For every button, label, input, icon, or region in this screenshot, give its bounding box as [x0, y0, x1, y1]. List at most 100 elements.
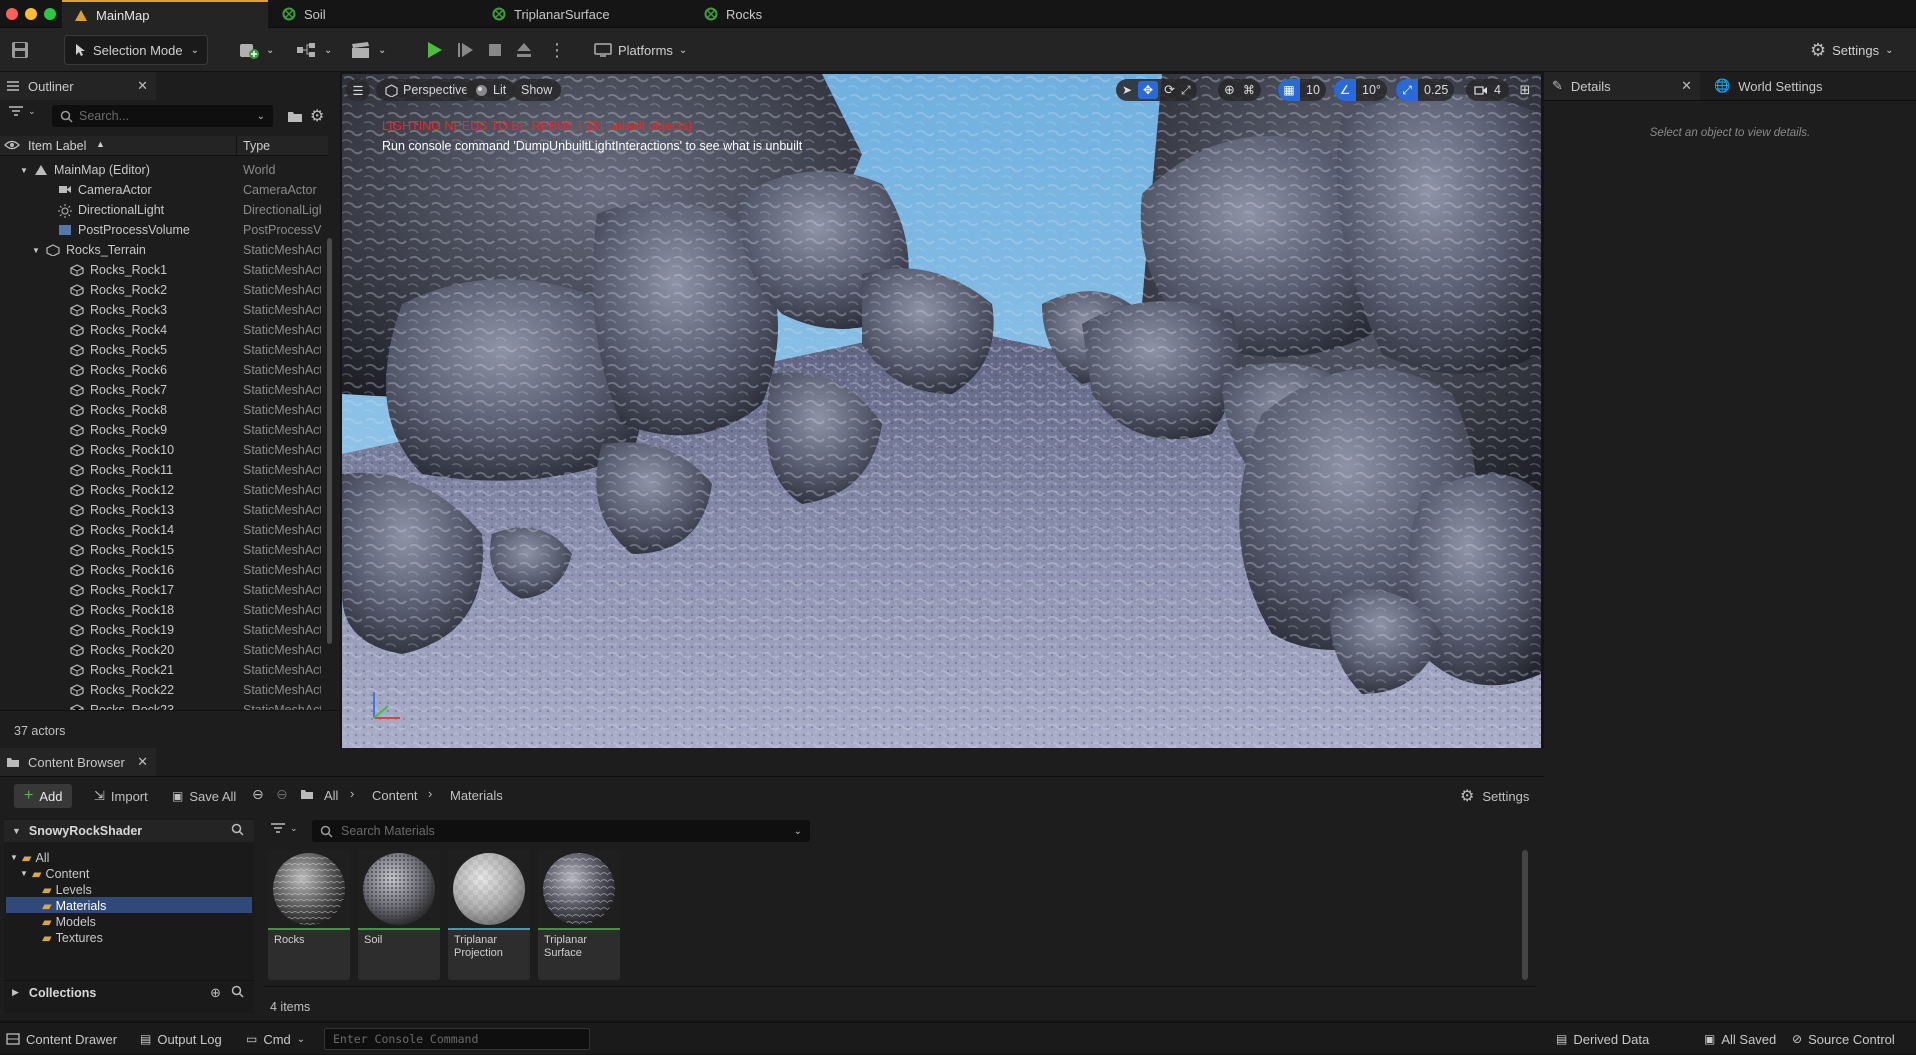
outliner-row[interactable]: Rocks_Rock2 StaticMeshActor — [0, 280, 328, 300]
search-icon[interactable] — [231, 985, 244, 1001]
tree-item-levels[interactable]: ▰ Levels — [42, 882, 92, 898]
outliner-row[interactable]: Rocks_Rock16 StaticMeshActor — [0, 560, 328, 580]
derived-data-button[interactable]: ▤ Derived Data — [1556, 1023, 1649, 1055]
tree-item-models[interactable]: ▰ Models — [42, 914, 96, 930]
outliner-row[interactable]: Rocks_Rock1 StaticMeshActor — [0, 260, 328, 280]
viewport-menu-button[interactable]: ☰ — [346, 79, 370, 101]
add-actor-button[interactable]: ⌄ — [238, 35, 274, 65]
outliner-row[interactable]: Rocks_Rock18 StaticMeshActor — [0, 600, 328, 620]
eject-button[interactable] — [514, 35, 534, 65]
save-all-button[interactable]: ▣ Save All — [172, 784, 236, 808]
maximize-window-button[interactable] — [44, 8, 56, 20]
selection-mode-dropdown[interactable]: Selection Mode ⌄ — [64, 35, 208, 65]
outliner-row[interactable]: DirectionalLight DirectionalLight — [0, 200, 328, 220]
outliner-row[interactable]: Rocks_Rock20 StaticMeshActor — [0, 640, 328, 660]
content-browser-tab[interactable]: Content Browser ✕ — [0, 748, 156, 776]
tab-rocks[interactable]: Rocks — [692, 0, 892, 28]
close-icon[interactable]: ✕ — [1681, 78, 1692, 94]
project-header[interactable]: ▼ SnowyRockShader — [4, 820, 254, 842]
outliner-row[interactable]: Rocks_Rock17 StaticMeshActor — [0, 580, 328, 600]
outliner-row[interactable]: ▼ MainMap (Editor) World — [0, 160, 328, 180]
breadcrumb-content[interactable]: Content — [372, 788, 418, 803]
cmd-dropdown[interactable]: ▭ Cmd ⌄ — [246, 1023, 305, 1055]
cb-settings-button[interactable]: ⚙ Settings — [1460, 784, 1529, 808]
add-button[interactable]: + Add — [14, 784, 73, 808]
tree-item-textures[interactable]: ▰ Textures — [42, 930, 103, 946]
scale-snap-button[interactable]: ⤢ 0.25 — [1396, 79, 1455, 101]
view-mode-button[interactable]: Lit — [466, 79, 516, 101]
forward-icon[interactable]: ⊖ — [276, 786, 288, 803]
outliner-row[interactable]: Rocks_Rock14 StaticMeshActor — [0, 520, 328, 540]
world-settings-tab[interactable]: 🌐 World Settings — [1704, 72, 1884, 100]
close-window-button[interactable] — [6, 8, 18, 20]
outliner-row[interactable]: Rocks_Rock15 StaticMeshActor — [0, 540, 328, 560]
asset-filter-button[interactable]: ⌄ — [270, 822, 298, 834]
asset-rocks[interactable]: Rocks — [268, 850, 350, 980]
surface-snap-icon[interactable]: ⌘ — [1243, 83, 1255, 97]
tab-triplanarsurface[interactable]: TriplanarSurface — [480, 0, 680, 28]
import-button[interactable]: ⇲ Import — [94, 784, 148, 808]
chevron-down-icon[interactable]: ▼ — [20, 166, 28, 175]
rotation-snap-button[interactable]: ∠ 10° — [1334, 79, 1387, 101]
outliner-row[interactable]: Rocks_Rock9 StaticMeshActor — [0, 420, 328, 440]
outliner-row[interactable]: Rocks_Rock21 StaticMeshActor — [0, 660, 328, 680]
save-button[interactable] — [10, 35, 30, 65]
outliner-row[interactable]: Rocks_Rock7 StaticMeshActor — [0, 380, 328, 400]
source-control-button[interactable]: ⊘ Source Control — [1792, 1023, 1895, 1055]
cinematics-button[interactable]: ⌄ — [350, 35, 386, 65]
chevron-down-icon[interactable]: ▼ — [32, 246, 40, 255]
breadcrumb-materials[interactable]: Materials — [450, 788, 503, 803]
outliner-row[interactable]: Rocks_Rock5 StaticMeshActor — [0, 340, 328, 360]
asset-triplanar-surface[interactable]: Triplanar Surface — [538, 850, 620, 980]
outliner-row[interactable]: CameraActor CameraActor — [0, 180, 328, 200]
grid-snap-button[interactable]: ▦ 10 — [1278, 79, 1326, 101]
camera-speed-button[interactable]: 4 — [1466, 79, 1509, 101]
breadcrumb-all[interactable]: All — [324, 788, 338, 803]
all-saved-button[interactable]: ▣ All Saved — [1704, 1023, 1776, 1055]
details-tab[interactable]: ✎ Details ✕ — [1544, 72, 1700, 100]
outliner-row[interactable]: ▼ Rocks_Terrain StaticMeshActor — [0, 240, 328, 260]
blueprint-button[interactable]: ⌄ — [296, 35, 332, 65]
outliner-row[interactable]: Rocks_Rock10 StaticMeshActor — [0, 440, 328, 460]
stop-button[interactable] — [486, 35, 504, 65]
collections-header[interactable]: ▶ Collections ⊕ — [4, 980, 254, 1004]
outliner-row[interactable]: Rocks_Rock12 StaticMeshActor — [0, 480, 328, 500]
content-drawer-button[interactable]: Content Drawer — [6, 1023, 117, 1055]
outliner-row[interactable]: Rocks_Rock22 StaticMeshActor — [0, 680, 328, 700]
asset-triplanar-projection[interactable]: Triplanar Projection — [448, 850, 530, 980]
outliner-row[interactable]: Rocks_Rock19 StaticMeshActor — [0, 620, 328, 640]
asset-search-input[interactable]: Search Materials ⌄ — [312, 820, 810, 842]
outliner-row[interactable]: Rocks_Rock23 StaticMeshActor — [0, 700, 328, 710]
outliner-row[interactable]: Rocks_Rock4 StaticMeshActor — [0, 320, 328, 340]
translate-tool-icon[interactable]: ✥ — [1138, 81, 1159, 99]
outliner-scrollbar[interactable] — [327, 238, 332, 644]
advance-frame-button[interactable] — [456, 35, 476, 65]
tab-soil[interactable]: Soil — [270, 0, 470, 28]
platforms-dropdown[interactable]: Platforms ⌄ — [594, 35, 687, 65]
asset-soil[interactable]: Soil — [358, 850, 440, 980]
outliner-row[interactable]: PostProcessVolume PostProcessVolume — [0, 220, 328, 240]
add-collection-icon[interactable]: ⊕ — [210, 985, 221, 1001]
scale-tool-icon[interactable]: ⤢ — [1181, 83, 1191, 98]
outliner-row[interactable]: Rocks_Rock3 StaticMeshActor — [0, 300, 328, 320]
select-tool-icon[interactable]: ➤ — [1122, 83, 1132, 97]
asset-scrollbar[interactable] — [1522, 850, 1528, 980]
tree-item-content[interactable]: ▼ ▰ Content — [20, 866, 89, 882]
minimize-window-button[interactable] — [25, 8, 37, 20]
tree-item-materials[interactable]: ▰ Materials — [42, 898, 106, 914]
output-log-button[interactable]: ▤ Output Log — [140, 1023, 222, 1055]
outliner-row[interactable]: Rocks_Rock13 StaticMeshActor — [0, 500, 328, 520]
level-viewport[interactable]: ☰ Perspective Lit Show ➤ ✥ ⟳ ⤢ ⊕ ⌘ ▦ 10 … — [342, 74, 1541, 748]
tab-mainmap[interactable]: MainMap — [62, 0, 268, 28]
search-icon[interactable] — [231, 823, 244, 839]
perspective-button[interactable]: Perspective — [376, 79, 478, 101]
world-space-icon[interactable]: ⊕ — [1224, 82, 1235, 98]
tree-item-all[interactable]: ▼ ▰ All — [10, 850, 49, 866]
settings-dropdown[interactable]: ⚙ Settings ⌄ — [1810, 35, 1894, 65]
rotate-tool-icon[interactable]: ⟳ — [1164, 82, 1175, 98]
show-button[interactable]: Show — [512, 79, 562, 101]
close-icon[interactable]: ✕ — [137, 754, 148, 770]
play-button[interactable] — [424, 35, 444, 65]
play-options-button[interactable]: ⋮ — [548, 35, 566, 65]
layout-button[interactable]: ⊞ — [1514, 79, 1536, 101]
